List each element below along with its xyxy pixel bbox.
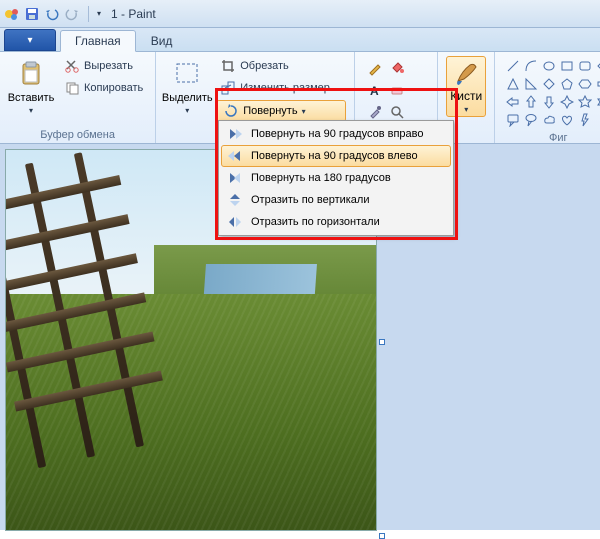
eraser-tool[interactable]: [387, 80, 407, 100]
shape-roundrect[interactable]: [577, 58, 593, 74]
cut-icon: [64, 58, 80, 74]
resize-icon: [220, 80, 236, 96]
select-button[interactable]: Выделить ▾: [164, 56, 210, 117]
shapes-gallery[interactable]: [503, 56, 600, 130]
rotate-label: Повернуть: [243, 105, 297, 117]
shape-arrow-d[interactable]: [541, 94, 557, 110]
paste-button[interactable]: Вставить ▾: [8, 56, 54, 117]
shape-arrow-r[interactable]: [595, 76, 600, 92]
rotate-right-90-label: Повернуть на 90 градусов вправо: [251, 128, 423, 140]
shape-diamond[interactable]: [541, 76, 557, 92]
picker-tool[interactable]: [365, 102, 385, 122]
shape-heart[interactable]: [559, 112, 575, 128]
resize-handle-e[interactable]: [379, 339, 385, 345]
rotate-left-90[interactable]: Повернуть на 90 градусов влево: [221, 145, 451, 167]
zoom-tool[interactable]: [387, 102, 407, 122]
rotate-left-90-label: Повернуть на 90 градусов влево: [251, 150, 418, 162]
rotate-right-90[interactable]: Повернуть на 90 градусов вправо: [221, 123, 451, 145]
paste-label: Вставить: [8, 92, 55, 104]
ribbon: Вставить ▾ Вырезать Копировать Буфер обм…: [0, 52, 600, 144]
crop-label: Обрезать: [240, 60, 289, 72]
shape-line[interactable]: [505, 58, 521, 74]
shape-oval[interactable]: [541, 58, 557, 74]
qat-customize-caret[interactable]: ▾: [97, 9, 101, 18]
select-label: Выделить: [162, 92, 213, 104]
shape-star4[interactable]: [559, 94, 575, 110]
tab-home[interactable]: Главная: [60, 30, 136, 52]
window-title: 1 - Paint: [111, 7, 156, 21]
resize-label: Изменить размер: [240, 82, 330, 94]
resize-button[interactable]: Изменить размер: [216, 78, 346, 98]
shape-callout-rect[interactable]: [505, 112, 521, 128]
shape-star5[interactable]: [577, 94, 593, 110]
shape-curve[interactable]: [523, 58, 539, 74]
select-icon: [171, 58, 203, 90]
flip-vertical-icon: [227, 192, 243, 208]
rotate-180-label: Повернуть на 180 градусов: [251, 172, 391, 184]
group-shapes-label: Фиг: [503, 130, 600, 144]
shape-pentagon[interactable]: [559, 76, 575, 92]
paste-icon: [15, 58, 47, 90]
copy-label: Копировать: [84, 82, 143, 94]
resize-handle-se[interactable]: [379, 533, 385, 539]
shape-cloud[interactable]: [541, 112, 557, 128]
shape-rtriangle[interactable]: [523, 76, 539, 92]
shape-rect[interactable]: [559, 58, 575, 74]
rotate-icon: [223, 103, 239, 119]
group-shapes: Фиг: [495, 52, 600, 143]
select-caret: ▾: [185, 106, 189, 115]
crop-icon: [220, 58, 236, 74]
rotate-left-icon: [227, 148, 243, 164]
brushes-label: Кисти: [450, 89, 482, 103]
text-tool[interactable]: A: [365, 80, 385, 100]
tab-home-label: Главная: [75, 34, 121, 48]
copy-icon: [64, 80, 80, 96]
copy-button[interactable]: Копировать: [60, 78, 147, 98]
rotate-button[interactable]: Повернуть ▾: [216, 100, 346, 122]
file-menu-button[interactable]: ▾: [4, 29, 56, 51]
shape-arrow-u[interactable]: [523, 94, 539, 110]
cut-button[interactable]: Вырезать: [60, 56, 147, 76]
quick-access-toolbar: ▾: [4, 6, 101, 22]
save-icon[interactable]: [24, 6, 40, 22]
group-clipboard: Вставить ▾ Вырезать Копировать Буфер обм…: [0, 52, 156, 143]
shape-hexagon[interactable]: [577, 76, 593, 92]
fill-tool[interactable]: [387, 58, 407, 78]
file-menu-caret: ▾: [27, 35, 32, 46]
shape-arrow-l[interactable]: [505, 94, 521, 110]
qat-separator: [88, 6, 89, 22]
shape-polygon[interactable]: [595, 58, 600, 74]
shape-star6[interactable]: [595, 94, 600, 110]
brushes-caret: ▾: [464, 105, 468, 114]
title-bar: ▾ 1 - Paint: [0, 0, 600, 28]
brush-icon: [452, 59, 480, 87]
flip-horizontal-icon: [227, 214, 243, 230]
tab-view-label: Вид: [151, 34, 173, 48]
rotate-menu: Повернуть на 90 градусов вправо Повернут…: [218, 120, 454, 236]
paste-caret: ▾: [29, 106, 33, 115]
rotate-180-icon: [227, 170, 243, 186]
svg-text:A: A: [370, 84, 379, 98]
pencil-tool[interactable]: [365, 58, 385, 78]
tab-view[interactable]: Вид: [136, 29, 188, 51]
brushes-button[interactable]: Кисти ▾: [446, 56, 486, 117]
flip-horizontal[interactable]: Отразить по горизонтали: [221, 211, 451, 233]
app-icon: [4, 6, 20, 22]
flip-vertical-label: Отразить по вертикали: [251, 194, 369, 206]
cut-label: Вырезать: [84, 60, 133, 72]
undo-icon[interactable]: [44, 6, 60, 22]
shape-bolt[interactable]: [577, 112, 593, 128]
flip-vertical[interactable]: Отразить по вертикали: [221, 189, 451, 211]
shape-triangle[interactable]: [505, 76, 521, 92]
rotate-180[interactable]: Повернуть на 180 градусов: [221, 167, 451, 189]
rotate-caret: ▾: [302, 107, 306, 116]
flip-horizontal-label: Отразить по горизонтали: [251, 216, 380, 228]
ribbon-tabs: ▾ Главная Вид: [0, 28, 600, 52]
rotate-right-icon: [227, 126, 243, 142]
crop-button[interactable]: Обрезать: [216, 56, 346, 76]
group-clipboard-label: Буфер обмена: [8, 127, 147, 141]
redo-icon[interactable]: [64, 6, 80, 22]
shape-callout-oval[interactable]: [523, 112, 539, 128]
